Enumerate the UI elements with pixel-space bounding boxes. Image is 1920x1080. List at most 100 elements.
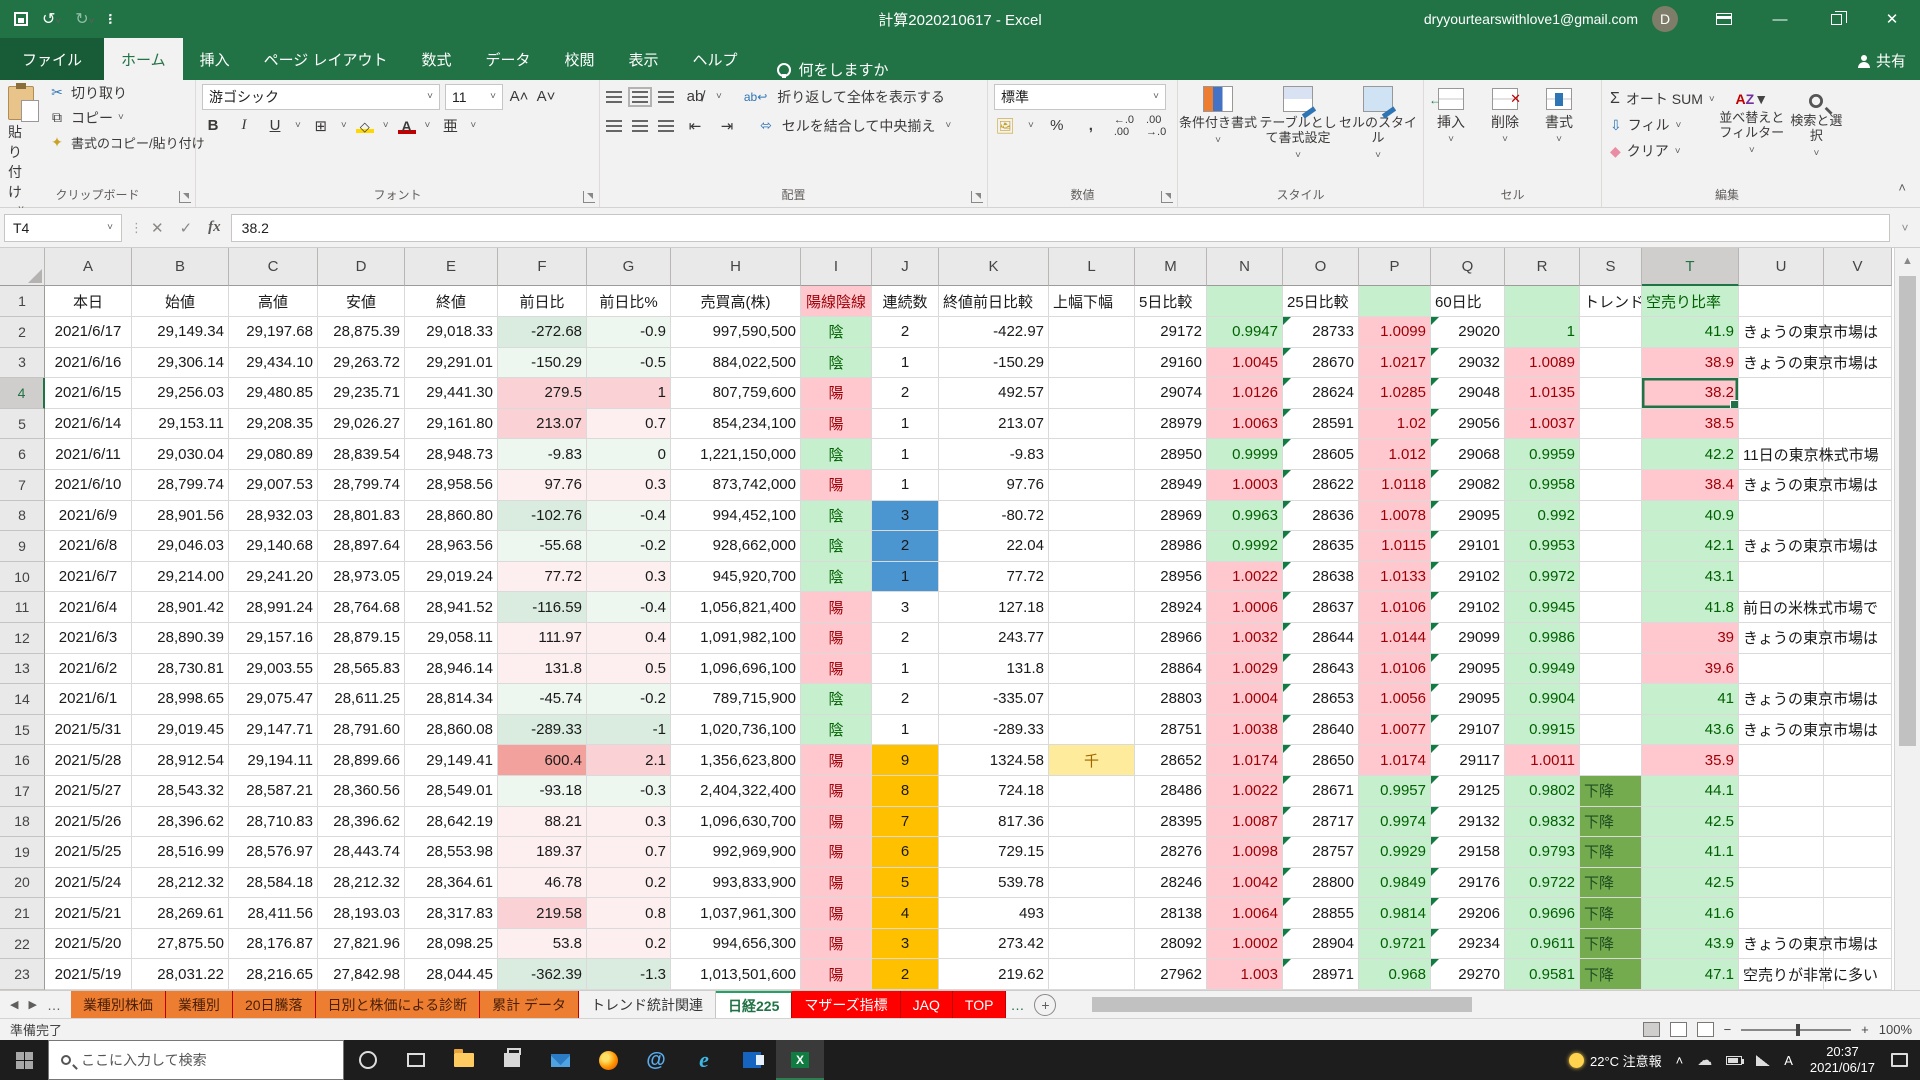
cell-C5[interactable]: 29,208.35	[229, 409, 318, 440]
sheet-overflow-right[interactable]: …	[1006, 991, 1028, 1018]
cell-O6[interactable]: 28605	[1283, 439, 1359, 470]
cell-U17[interactable]	[1739, 776, 1824, 807]
row-header-20[interactable]: 20	[0, 868, 45, 899]
cell-S10[interactable]	[1580, 562, 1642, 593]
cell-P6[interactable]: 1.012	[1359, 439, 1431, 470]
cell-L16[interactable]: 千	[1049, 745, 1135, 776]
cell-K1[interactable]: 終値前日比較	[939, 286, 1049, 317]
cell-S3[interactable]	[1580, 348, 1642, 379]
horizontal-scrollbar[interactable]	[1062, 991, 1920, 1018]
cell-T9[interactable]: 42.1	[1642, 531, 1739, 562]
cell-V17[interactable]	[1824, 776, 1892, 807]
cell-H16[interactable]: 1,356,623,800	[671, 745, 801, 776]
cell-O16[interactable]: 28650	[1283, 745, 1359, 776]
sheet-tab-7[interactable]: 日経225	[716, 991, 792, 1018]
cell-H17[interactable]: 2,404,322,400	[671, 776, 801, 807]
cell-N21[interactable]: 1.0064	[1207, 898, 1283, 929]
cell-S6[interactable]	[1580, 439, 1642, 470]
cell-A14[interactable]: 2021/6/1	[45, 684, 132, 715]
cell-T13[interactable]: 39.6	[1642, 654, 1739, 685]
cell-K23[interactable]: 219.62	[939, 959, 1049, 990]
cell-G13[interactable]: 0.5	[587, 654, 671, 685]
cell-D12[interactable]: 28,879.15	[318, 623, 405, 654]
cell-S14[interactable]	[1580, 684, 1642, 715]
cell-L18[interactable]	[1049, 807, 1135, 838]
cell-Q11[interactable]: 29102	[1431, 592, 1505, 623]
cell-A18[interactable]: 2021/5/26	[45, 807, 132, 838]
cell-M16[interactable]: 28652	[1135, 745, 1207, 776]
cell-O8[interactable]: 28636	[1283, 501, 1359, 532]
row-header-1[interactable]: 1	[0, 286, 45, 317]
minimize-button[interactable]: —	[1752, 0, 1808, 38]
action-center-icon[interactable]	[1891, 1053, 1908, 1067]
cell-J19[interactable]: 6	[872, 837, 939, 868]
cell-D5[interactable]: 29,026.27	[318, 409, 405, 440]
cell-I23[interactable]: 陽	[801, 959, 872, 990]
cell-E9[interactable]: 28,963.56	[405, 531, 498, 562]
cell-P18[interactable]: 0.9974	[1359, 807, 1431, 838]
cell-L3[interactable]	[1049, 348, 1135, 379]
cell-M9[interactable]: 28986	[1135, 531, 1207, 562]
zoom-in-icon[interactable]: +	[1861, 1022, 1869, 1037]
cell-P10[interactable]: 1.0133	[1359, 562, 1431, 593]
cell-L5[interactable]	[1049, 409, 1135, 440]
cell-O20[interactable]: 28800	[1283, 868, 1359, 899]
orientation-icon[interactable]: ab̸	[684, 88, 706, 105]
save-icon[interactable]	[14, 12, 28, 26]
start-button[interactable]	[0, 1040, 48, 1080]
cell-N15[interactable]: 1.0038	[1207, 715, 1283, 746]
cell-P3[interactable]: 1.0217	[1359, 348, 1431, 379]
cell-S1[interactable]: トレンド	[1580, 286, 1642, 317]
cell-D15[interactable]: 28,791.60	[318, 715, 405, 746]
row-header-16[interactable]: 16	[0, 745, 45, 776]
clear-button[interactable]: ◆クリア˅	[1610, 138, 1715, 164]
cell-T12[interactable]: 39	[1642, 623, 1739, 654]
sheet-tab-3[interactable]: 20日騰落	[233, 991, 316, 1018]
cell-L17[interactable]	[1049, 776, 1135, 807]
cortana-icon[interactable]	[344, 1040, 392, 1080]
cell-U13[interactable]	[1739, 654, 1824, 685]
cell-S16[interactable]	[1580, 745, 1642, 776]
cell-V1[interactable]	[1824, 286, 1892, 317]
grow-font-icon[interactable]: A˄	[508, 88, 530, 105]
cell-O14[interactable]: 28653	[1283, 684, 1359, 715]
cell-C7[interactable]: 29,007.53	[229, 470, 318, 501]
font-color-icon[interactable]: A	[398, 118, 416, 134]
cell-O5[interactable]: 28591	[1283, 409, 1359, 440]
row-header-23[interactable]: 23	[0, 959, 45, 990]
cell-G11[interactable]: -0.4	[587, 592, 671, 623]
cell-U4[interactable]	[1739, 378, 1824, 409]
cell-B16[interactable]: 28,912.54	[132, 745, 229, 776]
cell-T19[interactable]: 41.1	[1642, 837, 1739, 868]
cell-Q21[interactable]: 29206	[1431, 898, 1505, 929]
cell-Q14[interactable]: 29095	[1431, 684, 1505, 715]
fill-button[interactable]: ⇩フィル˅	[1610, 112, 1715, 138]
cell-P11[interactable]: 1.0106	[1359, 592, 1431, 623]
cell-P8[interactable]: 1.0078	[1359, 501, 1431, 532]
cell-V10[interactable]	[1824, 562, 1892, 593]
cell-N7[interactable]: 1.0003	[1207, 470, 1283, 501]
cell-D22[interactable]: 27,821.96	[318, 929, 405, 960]
cell-H5[interactable]: 854,234,100	[671, 409, 801, 440]
cell-I1[interactable]: 陽線陰線	[801, 286, 872, 317]
cell-N5[interactable]: 1.0063	[1207, 409, 1283, 440]
cell-F14[interactable]: -45.74	[498, 684, 587, 715]
column-header-Q[interactable]: Q	[1431, 248, 1505, 286]
cell-D2[interactable]: 28,875.39	[318, 317, 405, 348]
cell-T22[interactable]: 43.9	[1642, 929, 1739, 960]
increase-indent-icon[interactable]: ⇥	[716, 117, 738, 135]
cell-N20[interactable]: 1.0042	[1207, 868, 1283, 899]
row-header-3[interactable]: 3	[0, 348, 45, 379]
tell-me-box[interactable]: 何をしますか	[777, 59, 889, 80]
sheet-overflow-left[interactable]: …	[47, 997, 61, 1013]
cell-I20[interactable]: 陽	[801, 868, 872, 899]
cell-H1[interactable]: 売買高(株)	[671, 286, 801, 317]
tab-page-layout[interactable]: ページ レイアウト	[247, 38, 405, 80]
cell-T10[interactable]: 43.1	[1642, 562, 1739, 593]
cell-V20[interactable]	[1824, 868, 1892, 899]
row-header-8[interactable]: 8	[0, 501, 45, 532]
cell-U5[interactable]	[1739, 409, 1824, 440]
cell-R5[interactable]: 1.0037	[1505, 409, 1580, 440]
cell-A1[interactable]: 本日	[45, 286, 132, 317]
wrap-text-button[interactable]: 折り返して全体を表示する	[777, 87, 945, 107]
